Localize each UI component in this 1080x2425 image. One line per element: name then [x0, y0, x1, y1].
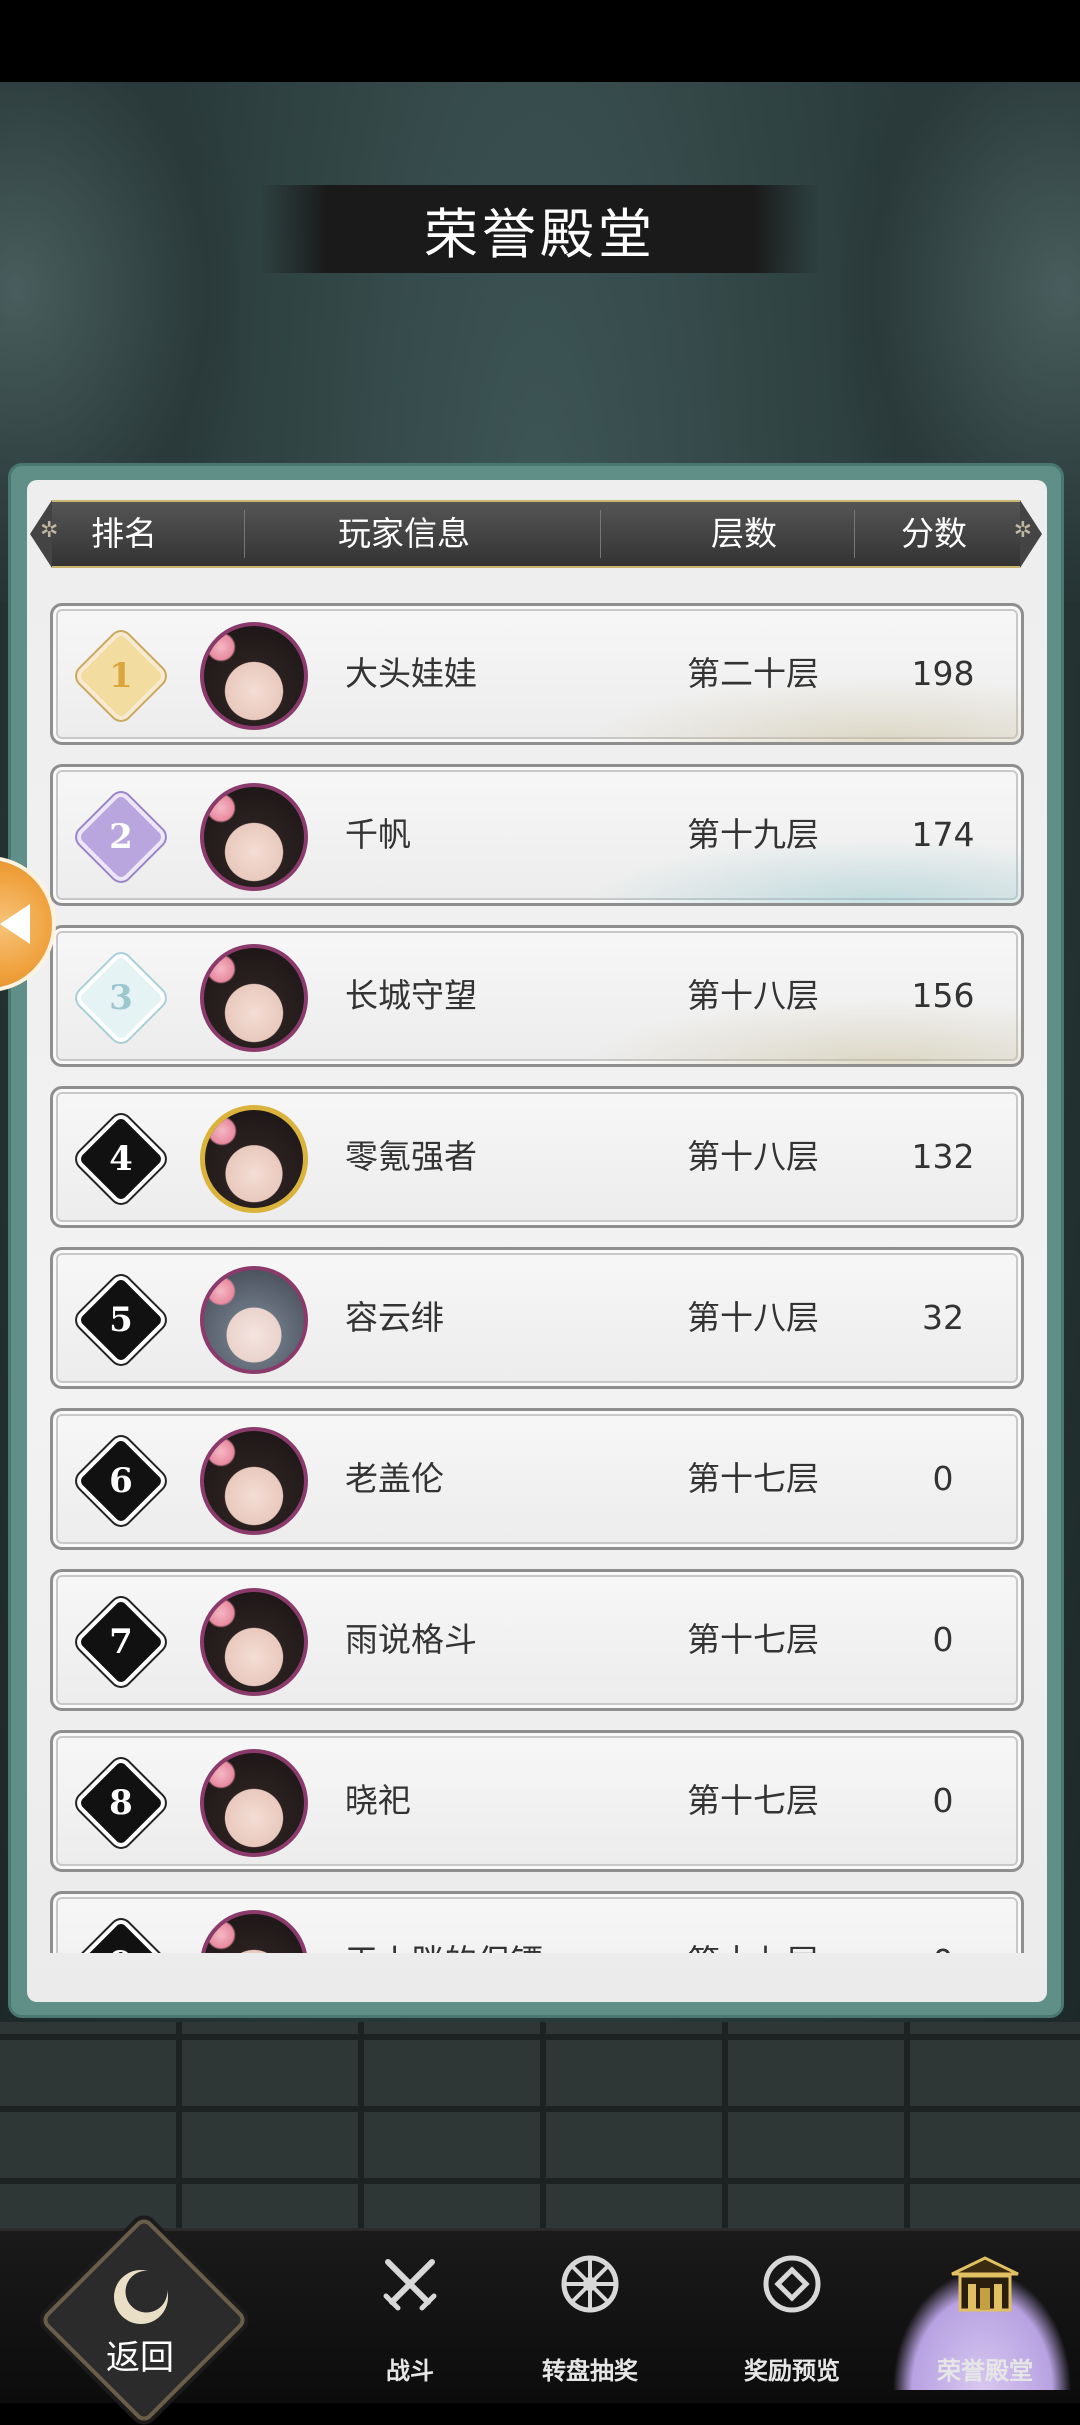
nav-hall-label: 荣誉殿堂 [937, 2356, 1033, 2385]
score-value: 174 [911, 815, 975, 854]
table-row[interactable]: 6 老盖伦 第十七层 0 [50, 1408, 1024, 1550]
palace-icon [951, 2256, 1019, 2312]
flower-icon [206, 1276, 236, 1306]
rank-number: 9 [91, 1934, 151, 1953]
player-name: 长城守望 [345, 976, 477, 1015]
header-rank: 排名 [91, 514, 157, 553]
table-row[interactable]: 5 容云绯 第十八层 32 [50, 1247, 1024, 1389]
floor-value: 第十八层 [687, 1298, 819, 1337]
flower-icon [207, 1116, 237, 1146]
flower-icon [206, 632, 236, 662]
rank-number: 1 [109, 656, 133, 696]
rank-number: 7 [109, 1622, 133, 1662]
star-ornament-icon: ✲ [1013, 518, 1032, 543]
header-divider [600, 510, 601, 558]
avatar[interactable] [200, 783, 308, 891]
avatar[interactable] [200, 1588, 308, 1696]
table-row[interactable]: 7 雨说格斗 第十七层 0 [50, 1569, 1024, 1711]
floor-value: 第二十层 [687, 654, 819, 693]
flower-icon [206, 1437, 236, 1467]
player-name: 老盖伦 [345, 1459, 444, 1498]
flower-icon [206, 1759, 236, 1789]
floor-value: 第十七层 [687, 1781, 819, 1820]
floor-value: 第十七层 [687, 1459, 819, 1498]
table-row[interactable]: 2 千帆 第十九层 174 [50, 764, 1024, 906]
nav-hall[interactable]: 荣誉殿堂 [900, 2228, 1070, 2400]
back-label[interactable]: 返回 [70, 2330, 210, 2379]
table-row[interactable]: 4 零氪强者 第十八层 132 [50, 1086, 1024, 1228]
nav-wheel-label: 转盘抽奖 [542, 2356, 638, 2385]
flower-icon [206, 1920, 236, 1950]
score-value: 198 [911, 654, 975, 693]
nav-rewards-label: 奖励预览 [744, 2356, 840, 2385]
header-divider [244, 510, 245, 558]
score-value: 0 [932, 1459, 954, 1498]
nav-battle[interactable]: 战斗 [330, 2228, 490, 2400]
rank-number: 6 [109, 1461, 133, 1501]
rank-number: 5 [109, 1300, 133, 1340]
nav-battle-label: 战斗 [386, 2356, 434, 2385]
flower-icon [206, 1598, 236, 1628]
flower-icon [206, 954, 236, 984]
floor-value: 第十八层 [687, 976, 819, 1015]
page-title: 荣誉殿堂 [424, 202, 656, 266]
header-floor: 层数 [711, 514, 777, 553]
avatar[interactable] [200, 944, 308, 1052]
header-player-info: 玩家信息 [338, 514, 470, 553]
moon-icon [114, 2270, 168, 2324]
player-name: 千帆 [345, 815, 411, 854]
arrow-left-icon [0, 904, 30, 944]
player-name: 零氪强者 [345, 1137, 477, 1176]
header-score: 分数 [901, 514, 967, 553]
score-value: 132 [911, 1137, 975, 1176]
coin-icon [763, 2255, 821, 2313]
avatar[interactable] [200, 1266, 308, 1374]
avatar[interactable] [200, 1427, 308, 1535]
score-value: 0 [883, 1894, 1003, 1953]
score-value: 0 [932, 1620, 954, 1659]
avatar[interactable] [200, 1105, 308, 1213]
ranking-list[interactable]: 1 大头娃娃 第二十层 198 2 千帆 第十九层 174 3 长城守望 第十八… [50, 603, 1024, 1953]
table-row[interactable]: 1 大头娃娃 第二十层 198 [50, 603, 1024, 745]
score-value: 156 [911, 976, 975, 1015]
player-name: 容云绯 [345, 1298, 444, 1337]
score-value: 32 [922, 1298, 964, 1337]
nav-rewards[interactable]: 奖励预览 [712, 2228, 872, 2400]
floor-value: 第十七层 [653, 1894, 853, 1953]
header-divider [854, 510, 855, 558]
floor-value: 第十九层 [687, 815, 819, 854]
wheel-icon [561, 2255, 619, 2313]
avatar[interactable] [200, 622, 308, 730]
rank-number: 3 [109, 978, 133, 1018]
table-row[interactable]: 9 王小胖的保镖 第十七层 0 [50, 1891, 1024, 1953]
title-banner: 荣誉殿堂 [260, 185, 820, 273]
player-name: 大头娃娃 [345, 654, 477, 693]
score-value: 0 [932, 1781, 954, 1820]
player-name: 晓祀 [345, 1781, 411, 1820]
nav-wheel[interactable]: 转盘抽奖 [510, 2228, 670, 2400]
player-name: 王小胖的保镖 [345, 1894, 543, 1953]
rank-number: 4 [109, 1139, 133, 1179]
avatar[interactable] [200, 1910, 308, 1953]
crossed-swords-icon [383, 2259, 437, 2311]
rank-number: 2 [109, 817, 133, 857]
floor-value: 第十八层 [687, 1137, 819, 1176]
rank-number: 8 [109, 1783, 133, 1823]
flower-icon [206, 793, 236, 823]
player-name: 雨说格斗 [345, 1620, 477, 1659]
table-row[interactable]: 3 长城守望 第十八层 156 [50, 925, 1024, 1067]
table-header: ✲ ✲ 排名 玩家信息 层数 分数 [30, 500, 1042, 568]
floor-value: 第十七层 [687, 1620, 819, 1659]
star-ornament-icon: ✲ [40, 518, 59, 543]
avatar[interactable] [200, 1749, 308, 1857]
table-row[interactable]: 8 晓祀 第十七层 0 [50, 1730, 1024, 1872]
